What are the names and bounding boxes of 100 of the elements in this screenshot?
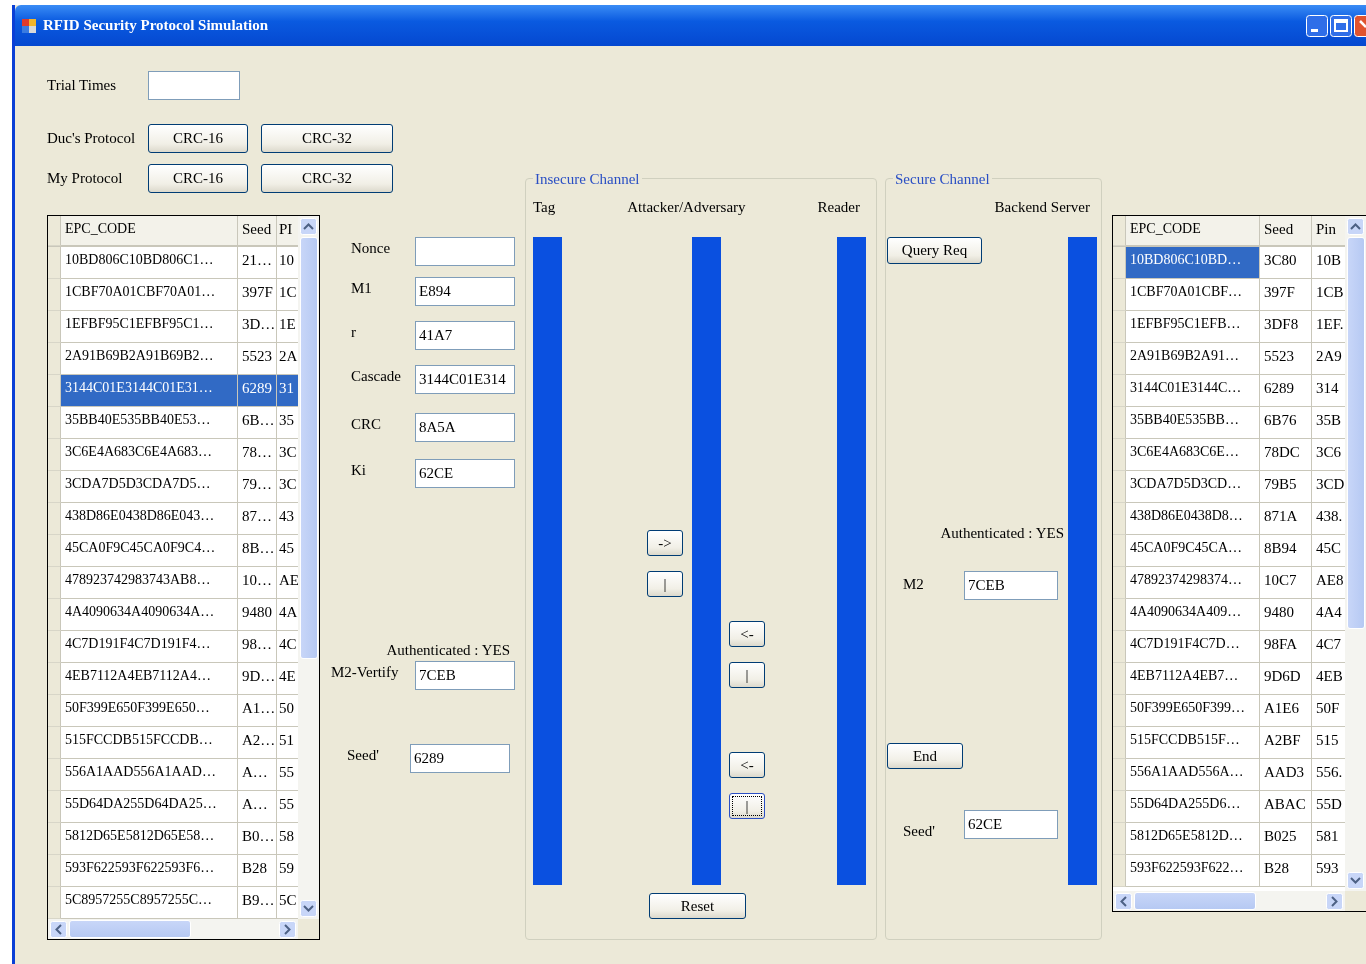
table-cell[interactable]: 438D86E0438D8… (1126, 503, 1260, 535)
table-cell[interactable]: 5812D65E5812D65E58… (61, 823, 238, 855)
input-field[interactable]: 6289 (410, 744, 510, 773)
column-header[interactable]: EPC_CODE (61, 216, 238, 246)
scroll-thumb[interactable] (69, 920, 191, 938)
scroll-thumb[interactable] (1346, 237, 1365, 629)
table-cell[interactable]: 79… (238, 471, 277, 503)
scroll-right-icon[interactable] (1326, 892, 1343, 910)
table-cell[interactable]: B0… (238, 823, 277, 855)
table-cell[interactable]: 4C7D191F4C7D191F4… (61, 631, 238, 663)
row-header[interactable] (1113, 343, 1126, 375)
row-header[interactable] (1113, 311, 1126, 343)
row-header[interactable] (48, 407, 61, 439)
table-cell[interactable]: 10BD806C10BD806C1… (61, 247, 238, 279)
input-field[interactable] (148, 71, 240, 100)
table-cell[interactable]: 87… (238, 503, 277, 535)
crc-button[interactable]: CRC-16 (148, 124, 248, 153)
table-cell[interactable]: 5523 (1260, 343, 1312, 375)
table-cell[interactable]: 438D86E0438D86E043… (61, 503, 238, 535)
scroll-thumb[interactable] (299, 237, 318, 659)
step-button[interactable]: | (729, 662, 765, 688)
row-header[interactable] (1113, 375, 1126, 407)
scroll-up-icon[interactable] (300, 218, 317, 235)
table-cell[interactable]: 98FA (1260, 631, 1312, 663)
table-cell[interactable]: 593F622593F622593F6… (61, 855, 238, 887)
close-icon[interactable] (1354, 14, 1366, 37)
table-cell[interactable]: A1… (238, 695, 277, 727)
scroll-down-icon[interactable] (300, 900, 317, 917)
data-grid[interactable] (47, 215, 320, 940)
table-cell[interactable]: 6289 (1260, 375, 1312, 407)
table-cell[interactable]: 50F399E650F399E650… (61, 695, 238, 727)
table-cell[interactable]: 3C6E4A683C6E… (1126, 439, 1260, 471)
row-header[interactable] (1113, 439, 1126, 471)
table-cell[interactable]: 515FCCDB515FCCDB… (61, 727, 238, 759)
row-header[interactable] (1113, 503, 1126, 535)
table-cell[interactable]: 6289 (238, 375, 277, 407)
row-header[interactable] (1113, 631, 1126, 663)
table-cell[interactable]: 5523 (238, 343, 277, 375)
row-header[interactable] (48, 247, 61, 279)
row-header[interactable] (1113, 535, 1126, 567)
row-header[interactable] (1113, 823, 1126, 855)
end-button[interactable]: End (887, 743, 963, 769)
row-header[interactable] (1113, 759, 1126, 791)
table-cell[interactable]: 8B… (238, 535, 277, 567)
vertical-scrollbar[interactable] (1345, 216, 1366, 891)
row-header[interactable] (48, 663, 61, 695)
step-button[interactable]: | (647, 571, 683, 597)
table-cell[interactable]: 8B94 (1260, 535, 1312, 567)
scroll-left-icon[interactable] (50, 920, 67, 938)
scroll-thumb[interactable] (1134, 892, 1256, 910)
table-cell[interactable]: 4A4090634A409… (1126, 599, 1260, 631)
scroll-up-icon[interactable] (1347, 218, 1364, 235)
table-cell[interactable]: 31 (277, 375, 298, 407)
table-cell[interactable]: 45CA0F9C45CA0F9C4… (61, 535, 238, 567)
row-header[interactable] (1113, 407, 1126, 439)
row-header[interactable] (48, 727, 61, 759)
input-field[interactable]: 8A5A (415, 413, 515, 442)
reset-button[interactable]: Reset (649, 893, 746, 919)
table-cell[interactable]: 4C7D191F4C7D… (1126, 631, 1260, 663)
row-header[interactable] (48, 375, 61, 407)
table-cell[interactable]: 10BD806C10BD… (1126, 247, 1260, 279)
row-header[interactable] (1113, 567, 1126, 599)
input-field[interactable]: 7CEB (415, 661, 515, 690)
table-cell[interactable]: 3CDA7D5D3CDA7D5… (61, 471, 238, 503)
table-cell[interactable]: 3CDA7D5D3CD… (1126, 471, 1260, 503)
table-cell[interactable]: 3DF8 (1260, 311, 1312, 343)
table-cell[interactable]: 397F (238, 279, 277, 311)
table-cell[interactable]: 5812D65E5812D… (1126, 823, 1260, 855)
input-field[interactable]: 62CE (415, 459, 515, 488)
table-cell[interactable]: 593F622593F622… (1126, 855, 1260, 887)
row-header[interactable] (48, 855, 61, 887)
input-field[interactable]: 41A7 (415, 321, 515, 350)
row-header[interactable] (48, 535, 61, 567)
table-cell[interactable]: 4EB7112A4EB7… (1126, 663, 1260, 695)
column-header[interactable]: EPC_CODE (1126, 216, 1260, 246)
column-header[interactable]: Seed (238, 216, 277, 246)
table-cell[interactable]: B9… (238, 887, 277, 919)
crc-button[interactable]: CRC-32 (261, 164, 393, 193)
table-cell[interactable]: 2A91B69B2A91B69B2… (61, 343, 238, 375)
table-cell[interactable]: 3144C01E3144C01E31… (61, 375, 238, 407)
row-header[interactable] (1113, 279, 1126, 311)
row-header[interactable] (1113, 695, 1126, 727)
table-cell[interactable]: 21… (238, 247, 277, 279)
table-cell[interactable]: 55D64DA255D64DA25… (61, 791, 238, 823)
scroll-down-icon[interactable] (1347, 872, 1364, 889)
row-header[interactable] (1113, 855, 1126, 887)
input-field[interactable] (415, 237, 515, 266)
row-header[interactable] (48, 471, 61, 503)
input-field[interactable]: 7CEB (964, 571, 1058, 600)
step-button[interactable]: <- (729, 621, 765, 647)
table-cell[interactable]: 4A4090634A4090634A… (61, 599, 238, 631)
input-field[interactable]: 3144C01E314 (415, 365, 515, 394)
row-header[interactable] (48, 503, 61, 535)
step-button[interactable]: | (729, 793, 765, 819)
table-cell[interactable]: 47892374298374… (1126, 567, 1260, 599)
table-cell[interactable]: 78… (238, 439, 277, 471)
table-cell[interactable]: 6B76 (1260, 407, 1312, 439)
table-cell[interactable]: 2A91B69B2A91… (1126, 343, 1260, 375)
row-header[interactable] (48, 279, 61, 311)
table-cell[interactable]: 478923742983743AB8… (61, 567, 238, 599)
